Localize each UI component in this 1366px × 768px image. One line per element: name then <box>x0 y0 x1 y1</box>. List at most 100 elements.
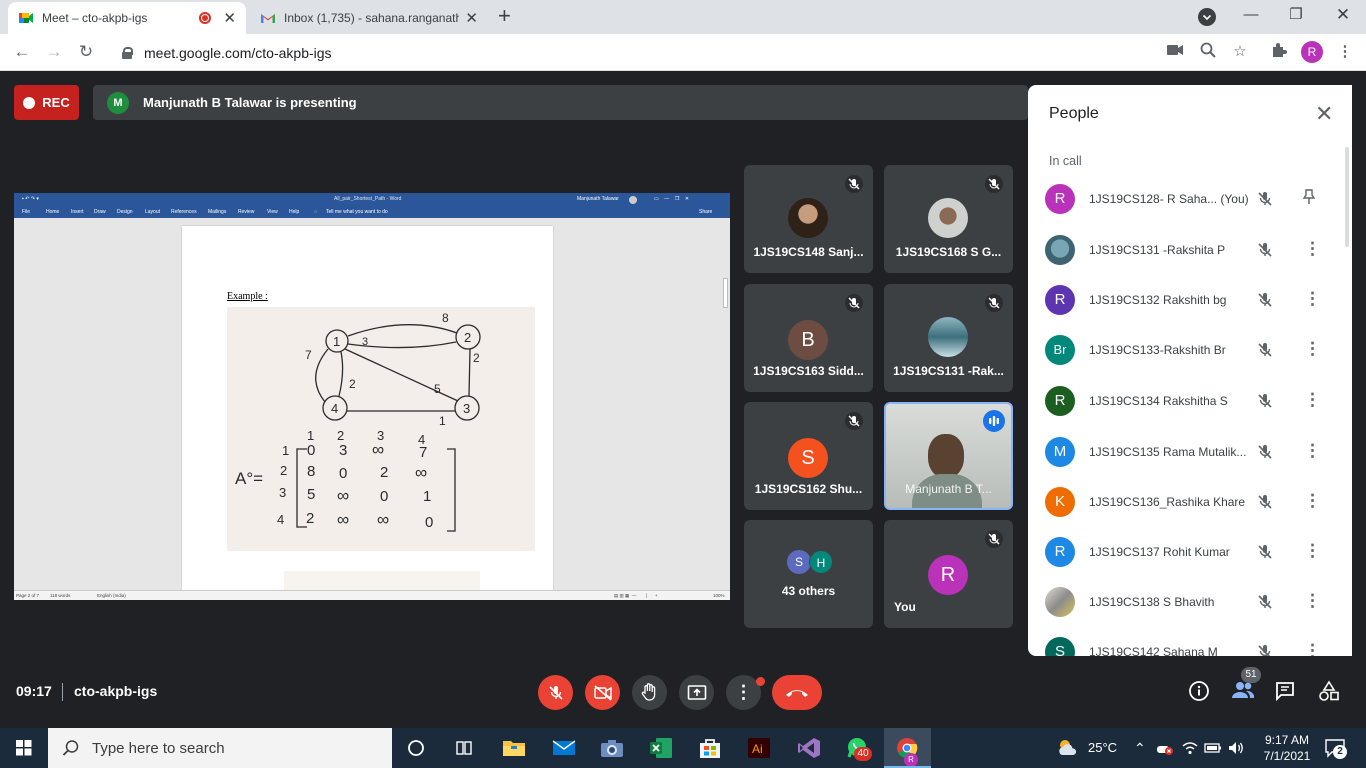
people-icon[interactable] <box>1229 680 1257 704</box>
more-options-icon[interactable]: ⋮ <box>1304 339 1321 359</box>
more-options-icon[interactable]: ⋮ <box>1304 239 1321 259</box>
participant-row[interactable]: 1JS19CS138 S Bhavith ⋮ <box>1028 587 1352 637</box>
back-icon[interactable]: ← <box>8 40 36 64</box>
more-options-icon[interactable]: ⋮ <box>1304 390 1321 410</box>
bookmark-star-icon[interactable]: ☆ <box>1229 42 1251 62</box>
cortana-icon[interactable] <box>402 734 430 762</box>
participant-row[interactable]: Br 1JS19CS133-Rakshith Br ⋮ <box>1028 335 1352 385</box>
tell-me-box: Tell me what you want to do <box>326 209 388 215</box>
more-options-icon[interactable]: ⋮ <box>1304 289 1321 309</box>
camera-in-use-icon[interactable] <box>1164 42 1186 62</box>
system-clock[interactable]: 9:17 AM 7/1/2021 <box>1256 732 1318 764</box>
status-words: 118 words <box>50 593 71 598</box>
extensions-icon[interactable] <box>1268 42 1290 64</box>
participant-row[interactable]: R 1JS19CS134 Rakshitha S ⋮ <box>1028 386 1352 436</box>
leave-call-button[interactable] <box>772 675 822 710</box>
participant-avatar: R <box>1045 537 1075 567</box>
participant-row[interactable]: 1JS19CS131 -Rakshita P ⋮ <box>1028 235 1352 285</box>
participant-avatar: K <box>1045 487 1075 517</box>
status-zoom: 100% <box>713 593 725 598</box>
recording-badge: REC <box>14 85 79 120</box>
reload-icon[interactable]: ↻ <box>72 40 100 64</box>
people-count-badge: 51 <box>1241 667 1261 683</box>
participant-tile[interactable]: S 1JS19CS162 Shu... <box>744 402 873 510</box>
participant-row[interactable]: M 1JS19CS135 Rama Mutalik... ⋮ <box>1028 437 1352 487</box>
matrix-cell: 0 <box>307 442 315 459</box>
tab-search-icon[interactable] <box>1198 8 1216 26</box>
others-tile[interactable]: S H 43 others <box>744 520 873 628</box>
taskbar-search[interactable]: Type here to search <box>48 728 392 768</box>
notification-count-badge: 2 <box>1333 745 1347 759</box>
activities-icon[interactable] <box>1316 680 1342 704</box>
illustrator-icon[interactable]: Ai <box>745 734 773 762</box>
chrome-menu-icon[interactable]: ⋮ <box>1334 42 1356 62</box>
participant-row[interactable]: R 1JS19CS128- R Saha... (You) <box>1028 184 1352 234</box>
tab-close-icon[interactable]: ✕ <box>223 9 236 27</box>
temperature[interactable]: 25°C <box>1088 728 1117 768</box>
ribbon-tab: Help <box>289 209 300 215</box>
more-options-icon[interactable]: ⋮ <box>1304 591 1321 611</box>
participant-row[interactable]: R 1JS19CS137 Rohit Kumar ⋮ <box>1028 537 1352 587</box>
battery-icon[interactable] <box>1204 740 1222 761</box>
visual-studio-icon[interactable] <box>795 734 823 762</box>
mail-icon[interactable] <box>550 734 578 762</box>
muted-mic-icon <box>845 412 863 430</box>
matrix-col-header: 1 <box>307 428 314 443</box>
self-tile[interactable]: R You <box>884 520 1013 628</box>
camera-app-icon[interactable] <box>598 734 626 762</box>
participant-row[interactable]: K 1JS19CS136_Rashika Khare ⋮ <box>1028 487 1352 537</box>
chrome-profile-badge: R <box>904 753 918 767</box>
ribbon-tab: Insert <box>71 209 84 215</box>
raise-hand-button[interactable] <box>632 675 667 710</box>
forward-icon[interactable]: → <box>40 40 68 64</box>
more-options-icon[interactable]: ⋮ <box>1304 441 1321 461</box>
more-options-icon[interactable]: ⋮ <box>1304 541 1321 561</box>
participant-row[interactable]: R 1JS19CS132 Rakshith bg ⋮ <box>1028 285 1352 335</box>
start-button[interactable] <box>0 728 48 768</box>
participant-tile[interactable]: 1JS19CS148 Sanj... <box>744 165 873 273</box>
graph-edge-weight: 2 <box>473 351 480 365</box>
chevron-up-icon[interactable]: ⌃ <box>1134 728 1146 768</box>
participant-tile[interactable]: 1JS19CS168 S G... <box>884 165 1013 273</box>
participant-name: 1JS19CS128- R Saha... (You) <box>1089 192 1249 206</box>
ribbon-tab: References <box>171 209 197 215</box>
muted-mic-icon <box>1256 493 1274 511</box>
self-avatar: R <box>928 555 968 595</box>
zoom-icon[interactable] <box>1197 42 1219 64</box>
new-tab-icon[interactable]: + <box>498 5 511 27</box>
more-options-icon[interactable]: ⋮ <box>1304 491 1321 511</box>
people-scrollbar[interactable] <box>1345 147 1349 247</box>
ribbon-tab: Layout <box>145 209 161 215</box>
camera-toggle-button[interactable] <box>585 675 620 710</box>
volume-icon[interactable] <box>1227 740 1245 761</box>
file-explorer-icon[interactable] <box>500 734 528 762</box>
address-bar[interactable]: meet.google.com/cto-akpb-igs <box>110 39 1260 67</box>
profile-avatar[interactable]: R <box>1301 41 1323 63</box>
tab-meet[interactable]: Meet – cto-akpb-igs ✕ <box>8 2 246 34</box>
network-alert-icon[interactable] <box>1156 740 1174 761</box>
present-screen-button[interactable] <box>679 675 714 710</box>
tab-close-icon[interactable]: ✕ <box>465 9 478 27</box>
restore-icon[interactable]: ❐ <box>1273 4 1319 26</box>
excel-icon[interactable] <box>647 734 675 762</box>
wifi-icon[interactable] <box>1181 740 1199 761</box>
task-view-icon[interactable] <box>450 734 478 762</box>
minimize-icon[interactable]: — <box>1228 4 1274 26</box>
weather-icon[interactable] <box>1056 736 1080 763</box>
meeting-details-icon[interactable] <box>1186 680 1212 704</box>
participant-row[interactable]: S 1JS19CS142 Sahana M ⋮ <box>1028 637 1352 656</box>
pin-icon[interactable] <box>1300 188 1318 211</box>
participant-tile-speaking[interactable]: Manjunath B T... <box>884 402 1013 510</box>
tab-gmail[interactable]: Inbox (1,735) - sahana.ranganath ✕ <box>250 2 488 34</box>
muted-mic-icon <box>985 530 1003 548</box>
meeting-clock: 09:17 <box>16 683 52 699</box>
store-icon[interactable] <box>696 734 724 762</box>
close-panel-icon[interactable]: ✕ <box>1315 101 1333 127</box>
chat-icon[interactable] <box>1272 680 1298 704</box>
participant-tile[interactable]: 1JS19CS131 -Rak... <box>884 284 1013 392</box>
more-options-icon[interactable]: ⋮ <box>1304 641 1321 656</box>
graph-edge <box>347 324 458 337</box>
mic-toggle-button[interactable] <box>538 675 573 710</box>
close-window-icon[interactable]: ✕ <box>1320 4 1366 26</box>
participant-tile[interactable]: B 1JS19CS163 Sidd... <box>744 284 873 392</box>
